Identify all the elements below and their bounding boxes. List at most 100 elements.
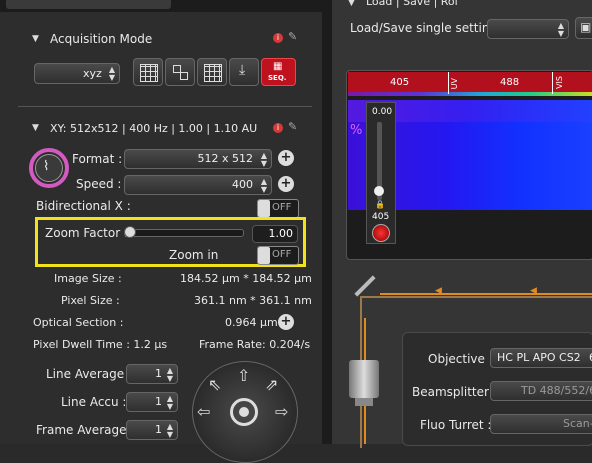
percent-label: % (350, 123, 363, 138)
z-stack-button[interactable]: ⤓ (229, 58, 259, 86)
beamsplitter-label: Beamsplitter : (412, 385, 497, 399)
acquisition-mode-header[interactable]: ▼ Acquisition Mode i ✎ (20, 26, 310, 52)
collapse-triangle-icon[interactable]: ▼ (32, 34, 39, 44)
arrow-right-icon[interactable]: ⇨ (275, 402, 288, 421)
left-panel: ▼ Acquisition Mode i ✎ xyz ▲ ▼ ⤓ ▦ SEQ. ▼… (0, 0, 322, 463)
load-save-select[interactable]: ▲ ▼ (487, 19, 569, 39)
zoom-in-label: Zoom in (169, 248, 219, 262)
objective-select[interactable]: HC PL APO CS2 6 (490, 348, 592, 368)
zoom-factor-label: Zoom Factor : (45, 226, 128, 240)
scan-mode-select[interactable]: xyz ▲ ▼ (34, 63, 120, 84)
speed-value: 400 (232, 178, 253, 191)
fluo-turret-label: Fluo Turret : (420, 418, 492, 432)
toggle-knob (258, 200, 270, 217)
xyz-scan-button[interactable] (133, 58, 163, 86)
beamsplitter-select[interactable]: TD 488/552/6 (490, 381, 592, 401)
objective-icon[interactable] (349, 360, 379, 398)
zoom-in-toggle[interactable]: OFF (257, 246, 299, 265)
format-select[interactable]: 512 x 512 ▲ ▼ (124, 149, 272, 169)
updown-arrows-icon: ▲ ▼ (557, 21, 564, 38)
top-tab[interactable] (6, 0, 171, 9)
collapse-triangle-icon-right[interactable]: ▼ (348, 0, 355, 8)
updown-arrows-icon: ▲ ▼ (166, 422, 173, 439)
frame-rate-label: Frame Rate: 0.204/s (199, 338, 311, 351)
zoom-factor-slider[interactable] (124, 226, 244, 238)
load-save-label: Load/Save single setting : (350, 21, 505, 35)
panel-splitter[interactable] (322, 0, 332, 444)
acquisition-mode-title: Acquisition Mode (50, 32, 153, 46)
line-accu-value: 1 (155, 395, 162, 408)
beam-direction-arrow-icon: ◀ (435, 286, 442, 296)
info-icon-xy[interactable]: i (273, 123, 283, 133)
bidirectional-label: Bidirectional X : (36, 199, 131, 213)
vis-divider (552, 72, 553, 94)
objective-value: HC PL APO CS2 (497, 351, 581, 364)
toggle-knob (258, 247, 270, 264)
download-arrow-icon: ⤓ (239, 62, 246, 78)
image-size-label: Image Size : (54, 272, 122, 285)
speed-add-button[interactable]: + (278, 176, 294, 192)
pin-icon-xy[interactable]: ✎ (288, 120, 297, 133)
fluo-turret-value: Scan- (563, 417, 592, 430)
bidirectional-toggle[interactable]: OFF (257, 199, 299, 218)
seq-icon: ▦ (273, 61, 283, 72)
beamsplitter-value: TD 488/552/6 (521, 384, 592, 397)
lock-icon[interactable]: 🔒 (375, 200, 385, 209)
format-label: Format : (72, 152, 123, 166)
section-divider (18, 106, 312, 107)
floppy-icon: ▣ (580, 20, 592, 34)
arrow-up-left-icon[interactable]: ⇖ (208, 375, 221, 394)
grid-plus-icon (140, 64, 158, 82)
tiles-icon-b (180, 72, 188, 80)
zoom-factor-value: 1.00 (268, 227, 294, 240)
xy-section-title: XY: 512x512 | 400 Hz | 1.00 | 1.10 AU (50, 122, 258, 135)
tile-scan-button[interactable] (165, 58, 195, 86)
laser-405-button[interactable] (372, 224, 390, 242)
objective-tip (355, 398, 373, 406)
sequential-button[interactable]: ▦ SEQ. (261, 58, 296, 86)
optical-section-value: 0.964 µm (225, 316, 278, 329)
line-average-label: Line Average : (46, 367, 132, 381)
fluo-turret-select[interactable]: Scan- (490, 414, 592, 434)
updown-arrows-icon: ▲ ▼ (108, 65, 115, 82)
spectrum-color-strip (348, 92, 592, 96)
intensity-value: 0.00 (372, 107, 393, 117)
arrow-up-icon[interactable]: ⇧ (237, 366, 250, 385)
save-setting-button[interactable]: ▣ (575, 17, 592, 39)
arrow-up-right-icon[interactable]: ⇗ (265, 375, 278, 394)
pan-joystick[interactable]: ⇧ ⇖ ⇗ ⇦ ⇨ (192, 361, 298, 463)
info-icon[interactable]: i (273, 33, 283, 43)
collapse-triangle-icon-xy[interactable]: ▼ (32, 123, 39, 133)
speed-select[interactable]: 400 ▲ ▼ (124, 175, 272, 195)
center-button[interactable] (230, 398, 258, 426)
wavelength-405: 405 (390, 77, 410, 88)
zoom-factor-input[interactable]: 1.00 (252, 225, 298, 243)
pixel-size-value: 361.1 nm * 361.1 nm (194, 294, 312, 307)
line-average-value: 1 (155, 367, 162, 380)
seq-label: SEQ. (268, 74, 287, 82)
zoom-slider-handle[interactable] (124, 226, 136, 238)
speed-label: Speed : (76, 177, 122, 191)
laser-405-label: 405 (372, 212, 390, 222)
format-add-button[interactable]: + (278, 150, 294, 166)
line-accu-select[interactable]: 1 ▲ ▼ (126, 392, 178, 412)
updown-arrows-icon: ▲ ▼ (166, 394, 173, 411)
beam-path-orange-h (380, 293, 592, 295)
optical-section-add-button[interactable]: + (278, 314, 294, 330)
mosaic-button[interactable] (197, 58, 227, 86)
vis-label: VIS (555, 76, 564, 89)
right-panel: ▼ Load | Save | Roi Load/Save single set… (332, 0, 592, 448)
intensity-slider-handle[interactable] (374, 186, 384, 196)
pin-icon[interactable]: ✎ (288, 30, 297, 43)
scan-mode-value: xyz (83, 67, 102, 80)
wavelength-488: 488 (500, 77, 520, 88)
frame-average-value: 1 (155, 423, 162, 436)
frame-average-select[interactable]: 1 ▲ ▼ (126, 420, 178, 440)
chart-icon: ⌇ (43, 159, 50, 174)
format-preset-button[interactable]: ⌇ (35, 154, 63, 182)
line-average-select[interactable]: 1 ▲ ▼ (126, 364, 178, 384)
pixel-dwell-label: Pixel Dwell Time : 1.2 µs (33, 338, 168, 351)
image-size-value: 184.52 µm * 184.52 µm (180, 272, 312, 285)
arrow-left-icon[interactable]: ⇦ (197, 402, 210, 421)
xy-section-header[interactable]: ▼ XY: 512x512 | 400 Hz | 1.00 | 1.10 AU … (20, 118, 310, 140)
